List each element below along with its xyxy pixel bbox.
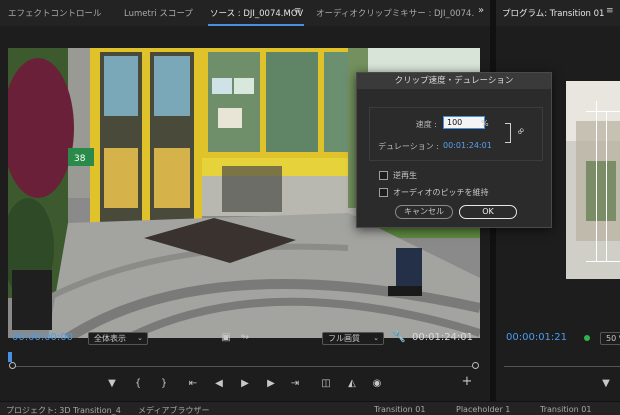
source-zoom-dropdown[interactable]: 全体表示 ⌄ [88,332,148,345]
tab-sequence-transition-01[interactable]: Transition 01 [374,405,425,414]
source-quality-value: フル画質 [328,334,360,343]
source-time-ruler[interactable] [12,366,476,367]
tab-source-monitor[interactable]: ソース : DJI_0074.MOV [210,7,303,19]
program-zoom-dropdown[interactable]: 50 % [600,332,620,345]
top-tab-bar: エフェクトコントロール Lumetri スコープ ソース : DJI_0074.… [0,0,620,26]
speed-input[interactable] [443,116,485,129]
tab-placeholder-1[interactable]: Placeholder 1 [456,405,510,414]
source-zoom-value: 全体表示 [94,334,126,343]
duration-value[interactable]: 00:01:24:01 [443,141,492,150]
mark-in-icon[interactable]: { [132,378,144,390]
go-to-out-icon[interactable]: ⇥ [288,378,302,390]
play-icon[interactable]: ▶ [238,378,252,390]
duration-label: デュレーション : [378,142,439,151]
add-marker-icon[interactable]: ▼ [106,378,118,390]
tab-lumetri-scopes[interactable]: Lumetri スコープ [124,7,193,19]
go-to-in-icon[interactable]: ⇤ [186,378,200,390]
insert-icon[interactable]: ◫ [318,378,334,390]
chevron-down-icon: ⌄ [373,334,379,342]
dialog-title[interactable]: クリップ速度・デュレーション [357,73,551,89]
maintain-pitch-checkbox[interactable] [379,188,388,197]
source-playhead-timecode[interactable]: 00:00:00:00 [12,332,73,343]
speed-unit: % [481,119,489,128]
maintain-pitch-label: オーディオのピッチを維持 [393,188,489,197]
svg-text:38: 38 [74,154,86,164]
export-frame-settings-icon[interactable]: ▣ [220,332,232,344]
status-dot [584,335,590,341]
step-forward-icon[interactable]: ▶ [264,378,278,390]
camera-icon[interactable]: ◉ [370,378,384,390]
overwrite-icon[interactable]: ◭ [344,378,360,390]
hamburger-menu-icon[interactable]: ≡ [294,6,302,16]
source-duration-timecode: 00:01:24:01 [412,332,474,343]
program-zoom-value: 50 % [606,334,620,343]
speed-label: 速度 : [415,120,437,129]
source-playhead-marker[interactable] [8,352,12,362]
bottom-tab-bar: プロジェクト: 3D Transition_4 メディアブラウザー Transi… [0,401,620,415]
hamburger-menu-icon[interactable]: ≡ [606,6,614,16]
step-back-icon[interactable]: ◀ [212,378,226,390]
cancel-button[interactable]: キャンセル [395,205,453,219]
program-frame-image [566,81,620,279]
tab-transition-01[interactable]: Transition 01 [540,405,591,414]
clip-speed-duration-dialog: クリップ速度・デュレーション 速度 : % ∞ デュレーション : 00:01:… [356,72,552,228]
zoom-handle-left[interactable] [9,362,16,369]
program-time-ruler[interactable] [504,366,620,367]
drag-video-audio-icon[interactable]: ↬ [238,332,252,344]
program-playhead-timecode[interactable]: 00:00:01:21 [506,332,567,343]
zoom-handle-right[interactable] [472,362,479,369]
add-marker-icon[interactable]: ▼ [600,378,612,390]
tab-program-monitor[interactable]: プログラム: Transition 01 [502,7,604,19]
reverse-checkbox[interactable] [379,171,388,180]
source-quality-dropdown[interactable]: フル画質 ⌄ [322,332,384,345]
program-video-frame[interactable] [566,81,620,279]
tab-media-browser[interactable]: メディアブラウザー [138,405,209,415]
tab-audio-clip-mixer[interactable]: オーディオクリップミキサー : DJI_0074.M [316,7,474,19]
tab-project[interactable]: プロジェクト: 3D Transition_4 [6,405,121,415]
double-chevron-right-icon[interactable]: » [478,5,484,16]
ok-button[interactable]: OK [459,205,517,219]
chevron-down-icon: ⌄ [137,334,143,342]
tab-effect-controls[interactable]: エフェクトコントロール [8,7,102,19]
wrench-icon[interactable]: 🔧 [392,331,406,343]
mark-out-icon[interactable]: } [158,378,170,390]
reverse-label: 逆再生 [393,171,417,180]
link-bracket [505,123,511,143]
add-button-icon[interactable]: + [460,375,474,388]
